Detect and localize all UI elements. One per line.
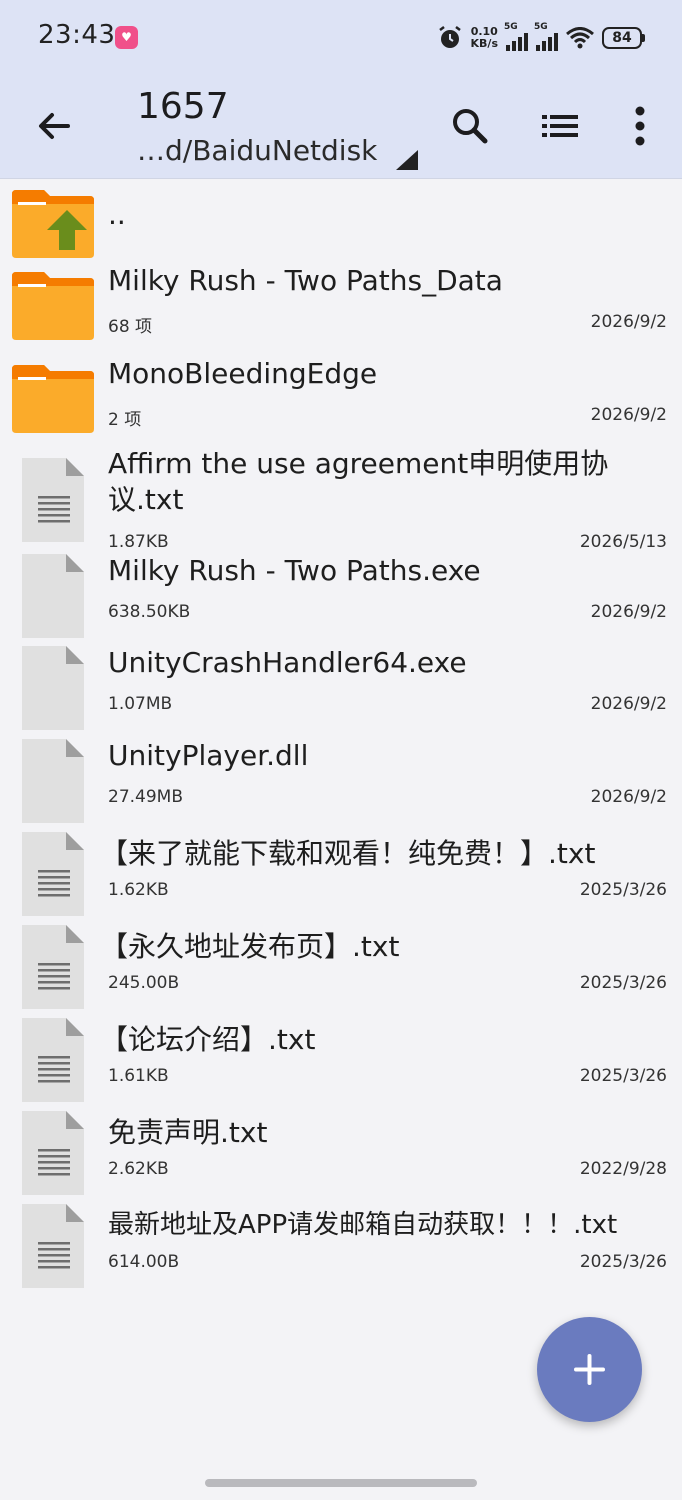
file-meta: 1.87KB: [108, 532, 169, 552]
list-item[interactable]: 【永久地址发布页】.txt 245.00B 2025/3/26: [0, 925, 682, 1024]
text-file-icon: [22, 1111, 84, 1195]
file-name: 【永久地址发布页】.txt: [100, 930, 400, 963]
file-name: Affirm the use agreement申明使用协议.txt: [108, 447, 609, 516]
text-file-icon: [22, 458, 84, 542]
list-item[interactable]: 【来了就能下载和观看！纯免费！】.txt 1.62KB 2025/3/26: [0, 832, 682, 931]
path-dropdown-triangle-icon[interactable]: [396, 150, 418, 170]
add-button[interactable]: [537, 1317, 642, 1422]
file-meta: 1.62KB: [108, 880, 169, 900]
file-date: 2026/5/13: [579, 532, 667, 552]
file-name: 免责声明.txt: [108, 1116, 268, 1149]
list-item[interactable]: 免责声明.txt 2.62KB 2022/9/28: [0, 1111, 682, 1210]
file-date: 2026/9/2: [590, 405, 667, 425]
file-meta: 2 项: [108, 410, 142, 430]
status-bar: 23:43 ♥ 0.10 KB/s 5G 5G 84: [0, 0, 682, 74]
file-name: 【来了就能下载和观看！纯免费！】.txt: [100, 837, 596, 870]
list-item[interactable]: 最新地址及APP请发邮箱自动获取！！！.txt 614.00B 2025/3/2…: [0, 1204, 682, 1303]
text-file-icon: [22, 925, 84, 1009]
file-meta: 245.00B: [108, 973, 180, 993]
list-item[interactable]: Affirm the use agreement申明使用协议.txt 1.87K…: [0, 447, 682, 560]
list-item[interactable]: MonoBleedingEdge 2 项 2026/9/2: [0, 357, 682, 450]
file-meta: 614.00B: [108, 1252, 180, 1272]
file-date: 2026/9/2: [590, 787, 667, 807]
file-meta: 638.50KB: [108, 602, 191, 622]
file-date: 2026/9/2: [590, 602, 667, 622]
file-date: 2025/3/26: [579, 1066, 667, 1086]
file-date: 2025/3/26: [579, 973, 667, 993]
file-name: 最新地址及APP请发邮箱自动获取！！！.txt: [108, 1210, 618, 1240]
parent-folder-name: ..: [108, 198, 126, 231]
plus-icon: [574, 1354, 605, 1385]
file-meta: 2.62KB: [108, 1159, 169, 1179]
app-notification-icon: ♥: [115, 26, 138, 49]
file-date: 2026/9/2: [590, 312, 667, 332]
list-item[interactable]: Milky Rush - Two Paths_Data 68 项 2026/9/…: [0, 264, 682, 357]
network-speed: 0.10 KB/s: [470, 25, 498, 50]
status-icons: 0.10 KB/s 5G 5G 84: [437, 22, 645, 54]
file-name: UnityCrashHandler64.exe: [108, 646, 467, 679]
file-date: 2025/3/26: [579, 880, 667, 900]
parent-folder-row[interactable]: ..: [0, 184, 682, 264]
folder-title: 1657: [137, 86, 229, 127]
file-meta: 1.61KB: [108, 1066, 169, 1086]
text-file-icon: [22, 832, 84, 916]
file-date: 2025/3/26: [579, 1252, 667, 1272]
file-name: Milky Rush - Two Paths.exe: [108, 554, 481, 587]
file-icon: [22, 739, 84, 823]
file-name: UnityPlayer.dll: [108, 739, 309, 772]
file-meta: 68 项: [108, 317, 153, 337]
back-arrow-icon[interactable]: [32, 104, 76, 148]
list-item[interactable]: UnityPlayer.dll 27.49MB 2026/9/2: [0, 739, 682, 838]
file-date: 2026/9/2: [590, 694, 667, 714]
list-item[interactable]: 【论坛介绍】.txt 1.61KB 2025/3/26: [0, 1018, 682, 1117]
toolbar: 1657 …d/BaiduNetdisk: [0, 74, 682, 179]
text-file-icon: [22, 1018, 84, 1102]
file-meta: 1.07MB: [108, 694, 173, 714]
file-date: 2022/9/28: [579, 1159, 667, 1179]
signal-sim1-icon: 5G: [504, 22, 528, 51]
wifi-icon: [566, 27, 594, 49]
folder-up-icon: [12, 190, 94, 258]
file-icon: [22, 554, 84, 638]
file-name: Milky Rush - Two Paths_Data: [108, 264, 503, 297]
signal-sim2-icon: 5G: [534, 22, 558, 51]
battery-icon: 84: [602, 27, 645, 49]
file-icon: [22, 646, 84, 730]
text-file-icon: [22, 1204, 84, 1288]
folder-icon: [12, 272, 94, 340]
status-time: 23:43: [38, 20, 116, 50]
alarm-icon: [438, 26, 461, 48]
file-list: .. Milky Rush - Two Paths_Data 68 项 2026…: [0, 184, 682, 1303]
search-icon[interactable]: [448, 104, 492, 148]
list-view-icon[interactable]: [538, 104, 582, 148]
home-indicator[interactable]: [205, 1479, 477, 1487]
list-item[interactable]: Milky Rush - Two Paths.exe 638.50KB 2026…: [0, 554, 682, 652]
file-name: 【论坛介绍】.txt: [100, 1023, 316, 1056]
more-vert-icon[interactable]: [618, 104, 662, 148]
file-name: MonoBleedingEdge: [108, 357, 378, 390]
path-dropdown[interactable]: …d/BaiduNetdisk: [137, 134, 377, 167]
folder-icon: [12, 365, 94, 433]
list-item[interactable]: UnityCrashHandler64.exe 1.07MB 2026/9/2: [0, 646, 682, 745]
file-meta: 27.49MB: [108, 787, 183, 807]
